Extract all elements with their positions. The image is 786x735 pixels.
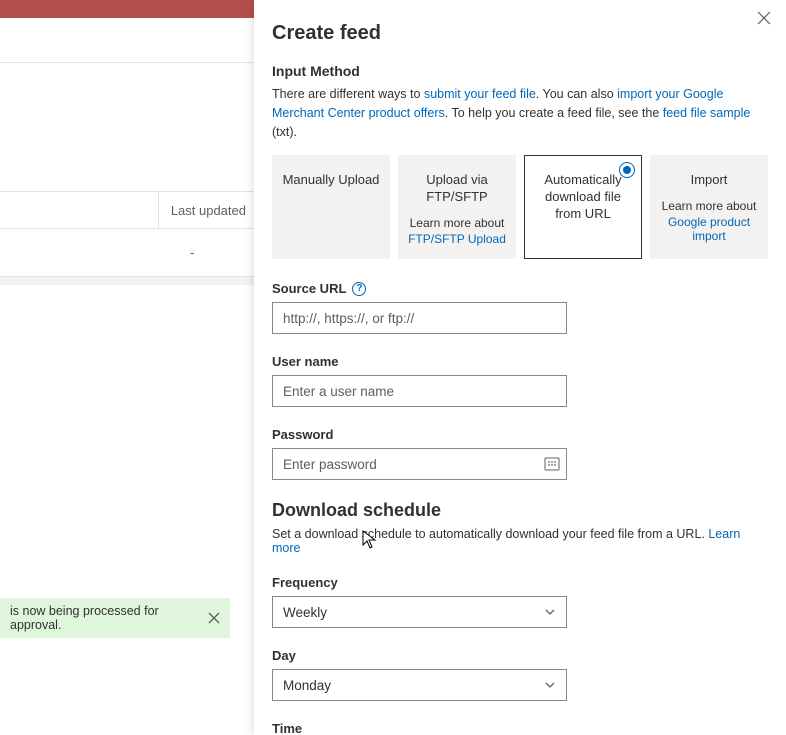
help-text: (txt). xyxy=(272,125,297,139)
field-password: Password xyxy=(272,427,768,480)
col-last-updated: Last updated xyxy=(159,203,254,218)
input-method-tiles: Manually Upload Upload via FTP/SFTP Lear… xyxy=(272,155,768,259)
approval-toast: is now being processed for approval. xyxy=(0,598,230,638)
keypad-icon xyxy=(543,455,561,473)
frequency-select[interactable]: Weekly xyxy=(272,596,567,628)
day-select[interactable]: Monday xyxy=(272,669,567,701)
field-day: Day Monday xyxy=(272,648,768,701)
input-method-heading: Input Method xyxy=(272,63,768,79)
tile-import[interactable]: Import Learn more about Google product i… xyxy=(650,155,768,259)
chevron-down-icon xyxy=(544,679,556,691)
username-label: User name xyxy=(272,354,768,369)
toast-message: is now being processed for approval. xyxy=(10,604,208,632)
table-header: Last updated xyxy=(0,191,254,229)
password-reveal-button[interactable] xyxy=(543,455,561,473)
time-label: Time xyxy=(272,721,768,735)
day-value: Monday xyxy=(283,678,331,693)
field-frequency: Frequency Weekly xyxy=(272,575,768,628)
day-label: Day xyxy=(272,648,768,663)
help-text: . You can also xyxy=(536,87,617,101)
tile-auto-download-url[interactable]: Automatically download file from URL xyxy=(524,155,642,259)
input-method-help: There are different ways to submit your … xyxy=(272,85,768,141)
create-feed-panel: Create feed Input Method There are diffe… xyxy=(254,0,786,735)
google-import-learn-more-link[interactable]: Google product import xyxy=(659,215,759,243)
cell-last-updated: - xyxy=(190,245,194,260)
frequency-label: Frequency xyxy=(272,575,768,590)
tile-subtext: Learn more about xyxy=(410,216,505,230)
username-input[interactable] xyxy=(272,375,567,407)
close-icon xyxy=(208,612,220,624)
field-source-url: Source URL ? xyxy=(272,281,768,334)
tile-title: Manually Upload xyxy=(283,172,380,189)
table-row: - xyxy=(0,229,254,277)
ftp-sftp-learn-more-link[interactable]: FTP/SFTP Upload xyxy=(408,232,506,246)
submit-feed-file-link[interactable]: submit your feed file xyxy=(424,87,536,101)
panel-title: Create feed xyxy=(272,22,768,45)
tile-ftp-sftp[interactable]: Upload via FTP/SFTP Learn more about FTP… xyxy=(398,155,516,259)
help-text: . To help you create a feed file, see th… xyxy=(445,106,663,120)
toast-close-button[interactable] xyxy=(208,612,220,624)
chevron-down-icon xyxy=(544,606,556,618)
desc-text: Set a download schedule to automatically… xyxy=(272,527,708,541)
frequency-value: Weekly xyxy=(283,605,327,620)
tile-title: Import xyxy=(691,172,728,189)
help-icon[interactable]: ? xyxy=(352,282,366,296)
page-divider xyxy=(0,58,254,63)
label-text: Source URL xyxy=(272,281,346,296)
close-icon xyxy=(756,10,772,26)
password-label: Password xyxy=(272,427,768,442)
tile-title: Automatically download file from URL xyxy=(533,172,633,223)
source-url-label: Source URL ? xyxy=(272,281,768,296)
source-url-input[interactable] xyxy=(272,302,567,334)
help-text: There are different ways to xyxy=(272,87,424,101)
feed-file-sample-link[interactable]: feed file sample xyxy=(663,106,751,120)
tile-subtext: Learn more about xyxy=(662,199,757,213)
password-input[interactable] xyxy=(272,448,567,480)
page-gray-band xyxy=(0,277,254,285)
download-schedule-desc: Set a download schedule to automatically… xyxy=(272,527,768,555)
page-header-stripe xyxy=(0,0,254,18)
field-username: User name xyxy=(272,354,768,407)
panel-close-button[interactable] xyxy=(756,10,772,26)
download-schedule-heading: Download schedule xyxy=(272,500,768,521)
field-time: Time xyxy=(272,721,768,735)
tile-manual-upload[interactable]: Manually Upload xyxy=(272,155,390,259)
tile-title: Upload via FTP/SFTP xyxy=(407,172,507,206)
